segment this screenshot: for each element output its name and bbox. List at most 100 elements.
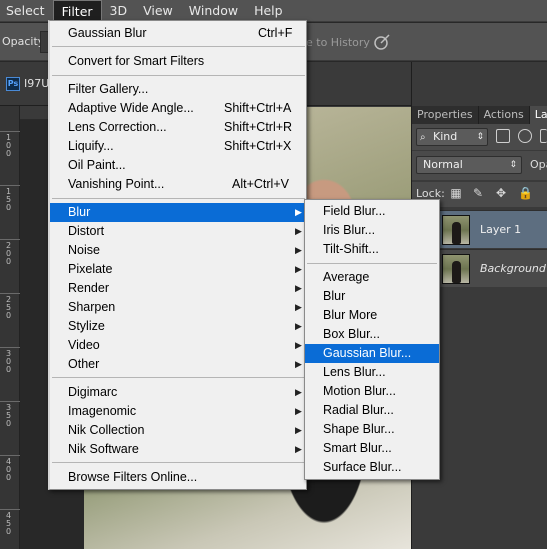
submenu-arrow-icon: ▶ — [295, 359, 302, 369]
menu-item-convert-smart-filters[interactable]: Convert for Smart Filters — [50, 52, 305, 71]
ruler-label: 0 — [6, 365, 12, 374]
menu-item-label: Gaussian Blur... — [323, 346, 412, 360]
kind-select[interactable]: ⌕ Kind ⇕ — [416, 128, 488, 146]
menu-item-smart-blur[interactable]: Smart Blur... — [305, 439, 439, 458]
menu-item-distort[interactable]: Distort ▶ — [50, 222, 305, 241]
menu-item-pixelate[interactable]: Pixelate ▶ — [50, 260, 305, 279]
erase-to-history-label[interactable]: e to History — [306, 36, 370, 49]
tab-actions[interactable]: Actions — [479, 106, 530, 124]
menu-item-other[interactable]: Other ▶ — [50, 355, 305, 374]
menu-item-shortcut: Shift+Ctrl+R — [224, 120, 293, 134]
menu-item-label: Imagenomic — [68, 404, 137, 418]
menu-item-digimarc[interactable]: Digimarc ▶ — [50, 383, 305, 402]
menu-item-shortcut: Shift+Ctrl+X — [224, 139, 292, 153]
menu-item-stylize[interactable]: Stylize ▶ — [50, 317, 305, 336]
menu-item-filter-gallery[interactable]: Filter Gallery... — [50, 80, 305, 99]
submenu-arrow-icon: ▶ — [295, 245, 302, 255]
menu-item-blur[interactable]: Blur — [305, 287, 439, 306]
menu-item-tilt-shift[interactable]: Tilt-Shift... — [305, 240, 439, 259]
airbrush-icon[interactable] — [372, 32, 392, 52]
document-tab[interactable]: I97U — [24, 77, 49, 90]
menu-item-video[interactable]: Video ▶ — [50, 336, 305, 355]
submenu-arrow-icon: ▶ — [295, 406, 302, 416]
menu-item-label: Convert for Smart Filters — [68, 54, 205, 68]
menu-item-liquify[interactable]: Liquify... Shift+Ctrl+X — [50, 137, 305, 156]
menu-separator — [52, 462, 305, 463]
menu-item-label: Blur — [68, 205, 91, 219]
menu-item-average[interactable]: Average — [305, 268, 439, 287]
lock-all-icon[interactable]: 🔒 — [518, 186, 533, 200]
submenu-arrow-icon: ▶ — [295, 444, 302, 454]
blend-mode-value: Normal — [423, 158, 463, 171]
menu-item-surface-blur[interactable]: Surface Blur... — [305, 458, 439, 477]
ruler-tick — [0, 455, 20, 456]
menu-item-blur[interactable]: Blur ▶ — [50, 203, 305, 222]
layer-name: Layer 1 — [480, 223, 522, 236]
lock-position-icon[interactable]: ✥ — [494, 186, 508, 200]
menu-item-shortcut: Shift+Ctrl+A — [224, 101, 292, 115]
menu-item-label: Sharpen — [68, 300, 116, 314]
menu-item-nik-collection[interactable]: Nik Collection ▶ — [50, 421, 305, 440]
menu-separator — [307, 263, 437, 264]
menu-item-label: Tilt-Shift... — [323, 242, 379, 256]
menu-item-motion-blur[interactable]: Motion Blur... — [305, 382, 439, 401]
search-icon: ⌕ — [420, 132, 426, 143]
menu-item-label: Adaptive Wide Angle... — [68, 101, 194, 115]
submenu-arrow-icon: ▶ — [295, 425, 302, 435]
menu-item-vanishing-point[interactable]: Vanishing Point... Alt+Ctrl+V — [50, 175, 305, 194]
submenu-arrow-icon: ▶ — [295, 387, 302, 397]
menu-view[interactable]: View — [135, 0, 181, 22]
menu-item-label: Lens Correction... — [68, 120, 167, 134]
menu-item-render[interactable]: Render ▶ — [50, 279, 305, 298]
menu-item-last-filter[interactable]: Gaussian Blur Ctrl+F — [50, 24, 305, 43]
ruler-tick — [0, 347, 20, 348]
menu-item-iris-blur[interactable]: Iris Blur... — [305, 221, 439, 240]
blur-submenu: Field Blur... Iris Blur... Tilt-Shift... A… — [304, 199, 440, 480]
adjustment-layer-filter-icon[interactable] — [518, 129, 532, 143]
submenu-arrow-icon: ▶ — [295, 340, 302, 350]
type-layer-filter-icon[interactable] — [540, 129, 547, 143]
menu-item-label: Other — [68, 357, 100, 371]
ruler-label: 0 — [6, 473, 12, 482]
menu-select[interactable]: Select — [0, 0, 53, 22]
menu-item-radial-blur[interactable]: Radial Blur... — [305, 401, 439, 420]
ruler-tick — [0, 401, 20, 402]
tab-layers[interactable]: Lay — [529, 106, 547, 124]
menu-item-oil-paint[interactable]: Oil Paint... — [50, 156, 305, 175]
menu-window[interactable]: Window — [181, 0, 246, 22]
menu-filter[interactable]: Filter — [52, 0, 102, 22]
menu-item-label: Blur More — [323, 308, 378, 322]
menu-item-label: Average — [323, 270, 370, 284]
menu-item-blur-more[interactable]: Blur More — [305, 306, 439, 325]
menu-item-label: Video — [68, 338, 100, 352]
lock-transparent-icon[interactable]: ▦ — [449, 186, 463, 200]
menu-item-label: Noise — [68, 243, 100, 257]
tab-properties[interactable]: Properties — [412, 106, 479, 124]
menu-3d[interactable]: 3D — [102, 0, 136, 22]
menu-item-shape-blur[interactable]: Shape Blur... — [305, 420, 439, 439]
menu-item-label: Lens Blur... — [323, 365, 386, 379]
menu-item-field-blur[interactable]: Field Blur... — [305, 202, 439, 221]
dropdown-arrows-icon: ⇕ — [509, 160, 517, 170]
menu-separator — [52, 46, 305, 47]
menu-item-sharpen[interactable]: Sharpen ▶ — [50, 298, 305, 317]
menu-item-browse-filters-online[interactable]: Browse Filters Online... — [50, 468, 305, 487]
menu-help[interactable]: Help — [246, 0, 291, 22]
layer-thumbnail — [442, 254, 470, 284]
lock-brush-icon[interactable]: ✎ — [471, 186, 485, 200]
menu-item-adaptive-wide-angle[interactable]: Adaptive Wide Angle... Shift+Ctrl+A — [50, 99, 305, 118]
menu-item-lens-correction[interactable]: Lens Correction... Shift+Ctrl+R — [50, 118, 305, 137]
blend-mode-select[interactable]: Normal ⇕ — [416, 156, 522, 174]
ruler-tick — [0, 185, 20, 186]
menu-item-lens-blur[interactable]: Lens Blur... — [305, 363, 439, 382]
menu-item-label: Box Blur... — [323, 327, 380, 341]
menu-item-label: Pixelate — [68, 262, 113, 276]
menu-item-nik-software[interactable]: Nik Software ▶ — [50, 440, 305, 459]
pixel-layer-filter-icon[interactable] — [496, 129, 510, 143]
menu-item-imagenomic[interactable]: Imagenomic ▶ — [50, 402, 305, 421]
menu-item-noise[interactable]: Noise ▶ — [50, 241, 305, 260]
kind-label: Kind — [433, 130, 458, 143]
menu-item-gaussian-blur[interactable]: Gaussian Blur... — [305, 344, 439, 363]
menu-item-box-blur[interactable]: Box Blur... — [305, 325, 439, 344]
ruler-tick — [0, 293, 20, 294]
